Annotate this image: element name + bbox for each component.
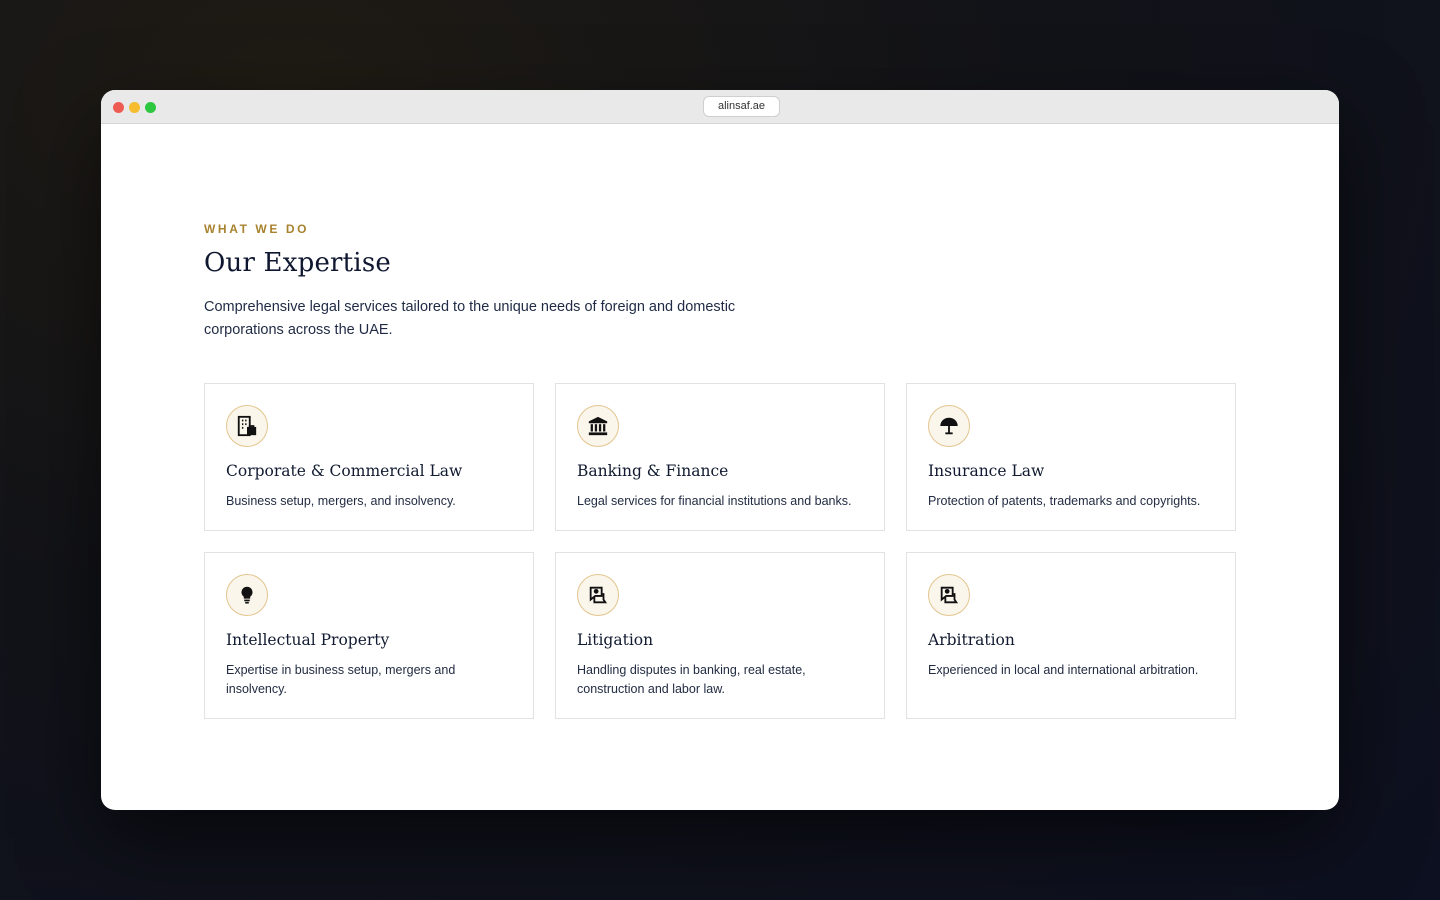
service-card-corporate[interactable]: Corporate & Commercial Law Business setu…: [204, 383, 534, 531]
service-description: Protection of patents, trademarks and co…: [928, 494, 1201, 508]
bank-icon: [577, 405, 619, 447]
service-card-arbitration[interactable]: Arbitration Experienced in local and int…: [906, 552, 1236, 719]
address-bar[interactable]: alinsaf.ae: [703, 96, 780, 117]
service-title: Arbitration: [928, 631, 1015, 649]
service-card-insurance[interactable]: Insurance Law Protection of patents, tra…: [906, 383, 1236, 531]
service-title: Corporate & Commercial Law: [226, 462, 463, 480]
section-eyebrow: WHAT WE DO: [204, 222, 310, 236]
service-title: Litigation: [577, 631, 654, 649]
service-description: Legal services for financial institution…: [577, 494, 852, 508]
browser-window: alinsaf.ae WHAT WE DO Our Expertise Comp…: [101, 90, 1339, 810]
lightbulb-icon: [226, 574, 268, 616]
service-card-litigation[interactable]: Litigation Handling disputes in banking,…: [555, 552, 885, 719]
service-description: Handling disputes in banking, real estat…: [577, 663, 806, 696]
service-description: Business setup, mergers, and insolvency.: [226, 494, 456, 508]
service-description: Expertise in business setup, mergers and…: [226, 663, 456, 696]
service-title: Banking & Finance: [577, 462, 729, 480]
service-card-banking[interactable]: Banking & Finance Legal services for fin…: [555, 383, 885, 531]
services-grid: Corporate & Commercial Law Business setu…: [204, 383, 1236, 719]
legal-document-icon: [577, 574, 619, 616]
expertise-section: WHAT WE DO Our Expertise Comprehensive l…: [204, 222, 1236, 719]
section-lead: Comprehensive legal services tailored to…: [204, 299, 736, 338]
service-title: Intellectual Property: [226, 631, 390, 649]
building-icon: [226, 405, 268, 447]
maximize-window-button[interactable]: [145, 102, 156, 113]
browser-titlebar: alinsaf.ae: [101, 90, 1339, 124]
minimize-window-button[interactable]: [129, 102, 140, 113]
legal-document-icon: [928, 574, 970, 616]
service-card-ip[interactable]: Intellectual Property Expertise in busin…: [204, 552, 534, 719]
close-window-button[interactable]: [113, 102, 124, 113]
service-title: Insurance Law: [928, 462, 1045, 480]
section-title: Our Expertise: [204, 248, 391, 278]
service-description: Experienced in local and international a…: [928, 663, 1199, 677]
umbrella-icon: [928, 405, 970, 447]
